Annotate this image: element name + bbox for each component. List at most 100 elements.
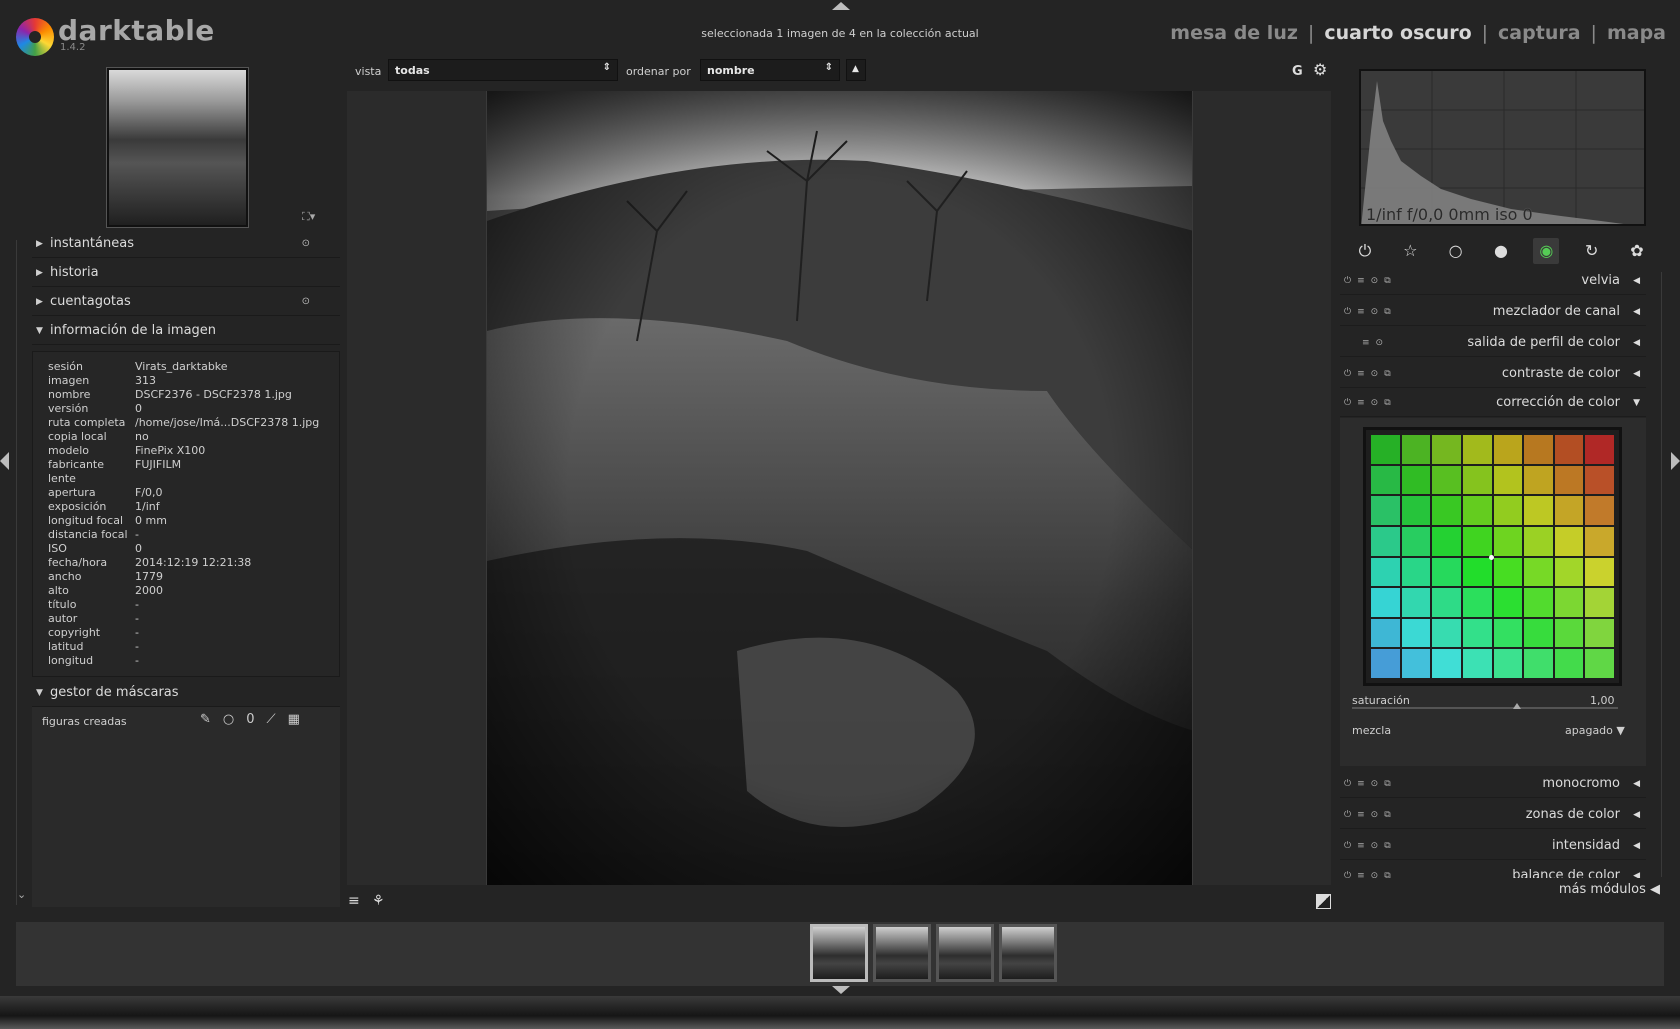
- image-info-row: latitud -: [48, 640, 319, 654]
- module-snapshots[interactable]: ▶ instantáneas ⊙: [32, 230, 340, 258]
- info-key: copyright: [48, 626, 101, 639]
- reset-icon[interactable]: ⊙: [302, 230, 310, 258]
- info-value: -: [135, 654, 139, 667]
- blend-select[interactable]: apagado ▼: [1565, 724, 1625, 737]
- module-name: monocromo: [1542, 776, 1620, 791]
- module-controls-icons[interactable]: ⏻≡⊙⧉: [1344, 389, 1397, 417]
- more-modules[interactable]: más módulos ◀: [1440, 882, 1660, 897]
- module-controls-icons[interactable]: ⏻≡⊙⧉: [1344, 770, 1397, 798]
- expand-icon: ▶: [36, 268, 43, 278]
- updown-icon: ⇕: [602, 62, 611, 73]
- filmstrip-thumbnail[interactable]: [873, 924, 931, 982]
- histogram[interactable]: [1359, 69, 1646, 226]
- zoom-dropdown-icon[interactable]: ⛶▾: [302, 210, 315, 224]
- filmstrip-thumbnail[interactable]: [936, 924, 994, 982]
- view-map[interactable]: mapa: [1607, 22, 1666, 44]
- module-color-zones[interactable]: ⏻≡⊙⧉ zonas de color ◀: [1340, 801, 1646, 829]
- left-panel-scrollbar[interactable]: [16, 240, 28, 905]
- module-mask-manager[interactable]: ▼ gestor de máscaras: [32, 679, 340, 707]
- module-colorpicker[interactable]: ▶ cuentagotas ⊙: [32, 288, 340, 316]
- circle-shape-icon[interactable]: ○: [223, 712, 234, 727]
- correct-group-icon[interactable]: ↻: [1579, 238, 1605, 264]
- module-name: mezclador de canal: [1492, 304, 1620, 319]
- module-controls-icons[interactable]: ≡⊙: [1362, 329, 1389, 357]
- info-value: 2000: [135, 584, 163, 597]
- info-key: imagen: [48, 374, 90, 387]
- sort-select[interactable]: nombre ⇕: [700, 59, 840, 81]
- basic-group-icon[interactable]: ○: [1443, 238, 1469, 264]
- gear-icon[interactable]: ⚙: [1313, 60, 1327, 79]
- navigation-preview[interactable]: [107, 68, 248, 227]
- color-grid-cell: [1524, 496, 1553, 525]
- saturation-slider[interactable]: [1352, 707, 1618, 709]
- module-controls-icons[interactable]: ⏻≡⊙⧉: [1344, 832, 1397, 860]
- module-controls-icons[interactable]: ⏻≡⊙⧉: [1344, 267, 1397, 295]
- power-icon[interactable]: ⏻: [1352, 238, 1378, 264]
- image-info-row: modelo FinePix X100: [48, 444, 319, 458]
- sort-direction-button[interactable]: ▲: [846, 59, 866, 81]
- left-panel-collapse-arrow[interactable]: [0, 452, 9, 470]
- menu-icon[interactable]: ≡: [348, 893, 360, 909]
- color-grid-cell: [1493, 649, 1523, 678]
- top-panel-collapse-arrow[interactable]: [832, 2, 850, 10]
- view-darkroom[interactable]: cuarto oscuro: [1324, 22, 1471, 44]
- pencil-icon[interactable]: ✎: [200, 712, 211, 727]
- module-monochrome[interactable]: ⏻≡⊙⧉ monocromo ◀: [1340, 770, 1646, 798]
- color-grid-cell: [1493, 526, 1523, 556]
- filmstrip-thumbnail[interactable]: [810, 924, 868, 982]
- tone-group-icon[interactable]: ●: [1488, 238, 1514, 264]
- info-key: ruta completa: [48, 416, 126, 429]
- styles-icon[interactable]: ⚘: [372, 893, 385, 909]
- color-group-icon[interactable]: ◉: [1533, 238, 1560, 264]
- info-key: copia local: [48, 430, 107, 443]
- module-image-info[interactable]: ▼ información de la imagen: [32, 317, 340, 345]
- module-controls-icons[interactable]: ⏻≡⊙⧉: [1344, 360, 1397, 388]
- module-label: gestor de máscaras: [50, 685, 179, 700]
- color-grid-cell: [1462, 618, 1492, 648]
- color-grid-cell: [1554, 649, 1584, 678]
- reset-icon[interactable]: ⊙: [302, 288, 310, 316]
- overexposure-toggle-icon[interactable]: [1316, 894, 1331, 909]
- view-lighttable[interactable]: mesa de luz: [1170, 22, 1298, 44]
- right-panel-scrollbar[interactable]: [1650, 272, 1662, 877]
- right-panel-collapse-arrow[interactable]: [1671, 452, 1680, 470]
- module-channel-mixer[interactable]: ⏻≡⊙⧉ mezclador de canal ◀: [1340, 298, 1646, 326]
- module-history[interactable]: ▶ historia: [32, 259, 340, 287]
- info-key: sesión: [48, 360, 83, 373]
- grouping-button[interactable]: G: [1292, 64, 1303, 79]
- gradient-shape-icon[interactable]: ▦: [288, 712, 300, 727]
- module-color-correction[interactable]: ⏻≡⊙⧉ corrección de color ▼: [1340, 389, 1646, 417]
- path-shape-icon[interactable]: ⟋: [267, 712, 276, 727]
- color-grid-cell: [1554, 618, 1584, 648]
- view-separator: |: [1307, 22, 1315, 44]
- color-grid-cell: [1462, 557, 1492, 587]
- view-tethering[interactable]: captura: [1498, 22, 1581, 44]
- filmstrip-thumbnail[interactable]: [999, 924, 1057, 982]
- bottom-panel-collapse-arrow[interactable]: [832, 986, 850, 994]
- color-grid-cell: [1524, 526, 1553, 556]
- module-velvia[interactable]: ⏻≡⊙⧉ velvia ◀: [1340, 267, 1646, 295]
- module-controls-icons[interactable]: ⏻≡⊙⧉: [1344, 862, 1397, 878]
- image-info-row: sesión Virats_darktabke: [48, 360, 319, 374]
- scroll-down-icon[interactable]: ⌄: [17, 888, 26, 901]
- ellipse-shape-icon[interactable]: 0: [246, 712, 254, 727]
- info-value: -: [135, 626, 139, 639]
- module-color-balance[interactable]: ⏻≡⊙⧉ balance de color ◀: [1340, 862, 1646, 878]
- view-filter-select[interactable]: todas ⇕: [388, 59, 618, 81]
- favorites-icon[interactable]: ☆: [1397, 238, 1423, 264]
- color-grid-handle[interactable]: [1489, 555, 1494, 560]
- photo-preview[interactable]: [486, 91, 1193, 885]
- module-controls-icons[interactable]: ⏻≡⊙⧉: [1344, 298, 1397, 326]
- module-color-contrast[interactable]: ⏻≡⊙⧉ contraste de color ◀: [1340, 360, 1646, 388]
- color-grid-cell: [1524, 465, 1553, 495]
- view-switcher: mesa de luz | cuarto oscuro | captura | …: [1170, 22, 1666, 44]
- expand-icon: ▶: [36, 239, 43, 249]
- saturation-slider-handle[interactable]: [1512, 703, 1521, 709]
- effect-group-icon[interactable]: ✿: [1624, 238, 1650, 264]
- color-grid-cell: [1524, 435, 1553, 464]
- module-vibrance[interactable]: ⏻≡⊙⧉ intensidad ◀: [1340, 832, 1646, 860]
- color-grid-cell: [1462, 649, 1492, 678]
- image-info-row: longitud focal 0 mm: [48, 514, 319, 528]
- module-output-color-profile[interactable]: ≡⊙ salida de perfil de color ◀: [1340, 329, 1646, 357]
- module-controls-icons[interactable]: ⏻≡⊙⧉: [1344, 801, 1397, 829]
